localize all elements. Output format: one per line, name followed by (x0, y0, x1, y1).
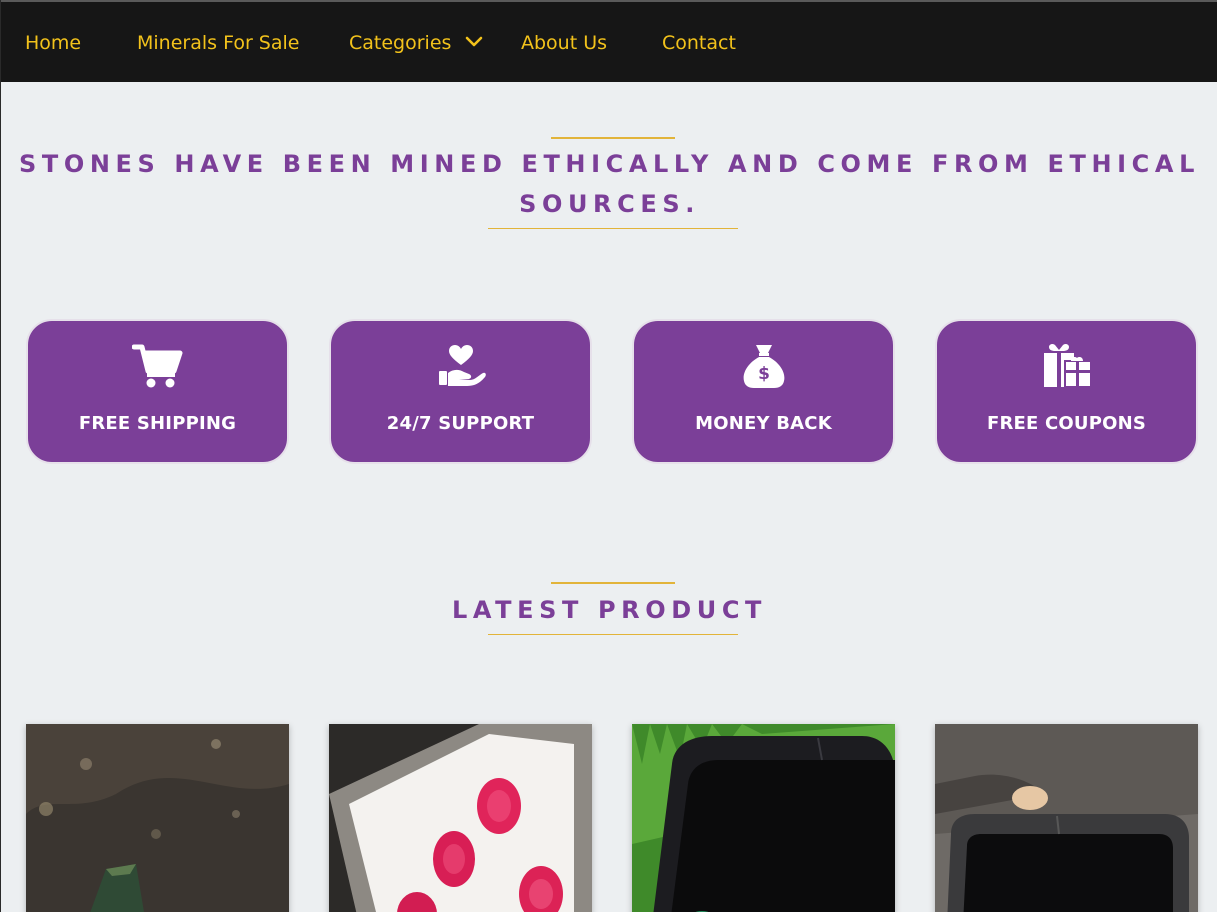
feature-label: MONEY BACK (695, 413, 832, 434)
latest-bottom-rule (488, 634, 738, 635)
feature-label: FREE SHIPPING (78, 413, 237, 434)
chevron-down-icon[interactable] (464, 32, 484, 52)
latest-product-heading: LATEST PRODUCT (451, 596, 768, 624)
svg-text:$: $ (758, 364, 770, 384)
feature-money-back[interactable]: $ MONEY BACK (632, 319, 895, 464)
product-card-rubies[interactable] (329, 724, 592, 912)
top-navigation: Home Minerals For Sale Categories About … (1, 0, 1217, 82)
feature-label: 24/7 SUPPORT (386, 413, 535, 434)
gift-icon (1043, 343, 1092, 388)
heading-bottom-rule (488, 228, 738, 229)
heading-top-rule (551, 137, 675, 139)
ethics-heading: STONES HAVE BEEN MINED ETHICALLY AND COM… (1, 144, 1217, 224)
feature-label: FREE COUPONS (986, 413, 1147, 434)
feature-free-coupons[interactable]: FREE COUPONS (935, 319, 1198, 464)
hand-heart-icon (438, 345, 486, 386)
nav-about-us-link[interactable]: About Us (521, 31, 607, 55)
ethics-heading-line2: SOURCES. (519, 190, 700, 218)
ethics-heading-line1: STONES HAVE BEEN MINED ETHICALLY AND COM… (19, 150, 1200, 178)
product-card-emerald[interactable] (632, 724, 895, 912)
nav-minerals-for-sale-link[interactable]: Minerals For Sale (137, 31, 299, 55)
feature-free-shipping[interactable]: FREE SHIPPING (26, 319, 289, 464)
product-image (632, 724, 895, 912)
product-card-tourmaline[interactable] (26, 724, 289, 912)
product-card-gem-box[interactable] (935, 724, 1198, 912)
feature-support[interactable]: 24/7 SUPPORT (329, 319, 592, 464)
cart-icon (131, 344, 182, 388)
nav-contact-link[interactable]: Contact (662, 31, 736, 55)
nav-home-link[interactable]: Home (25, 31, 81, 55)
product-image (329, 724, 592, 912)
money-bag-icon: $ (743, 345, 784, 388)
latest-top-rule (551, 582, 675, 584)
nav-categories-link[interactable]: Categories (349, 31, 451, 55)
product-image (935, 724, 1198, 912)
product-image (26, 724, 289, 912)
